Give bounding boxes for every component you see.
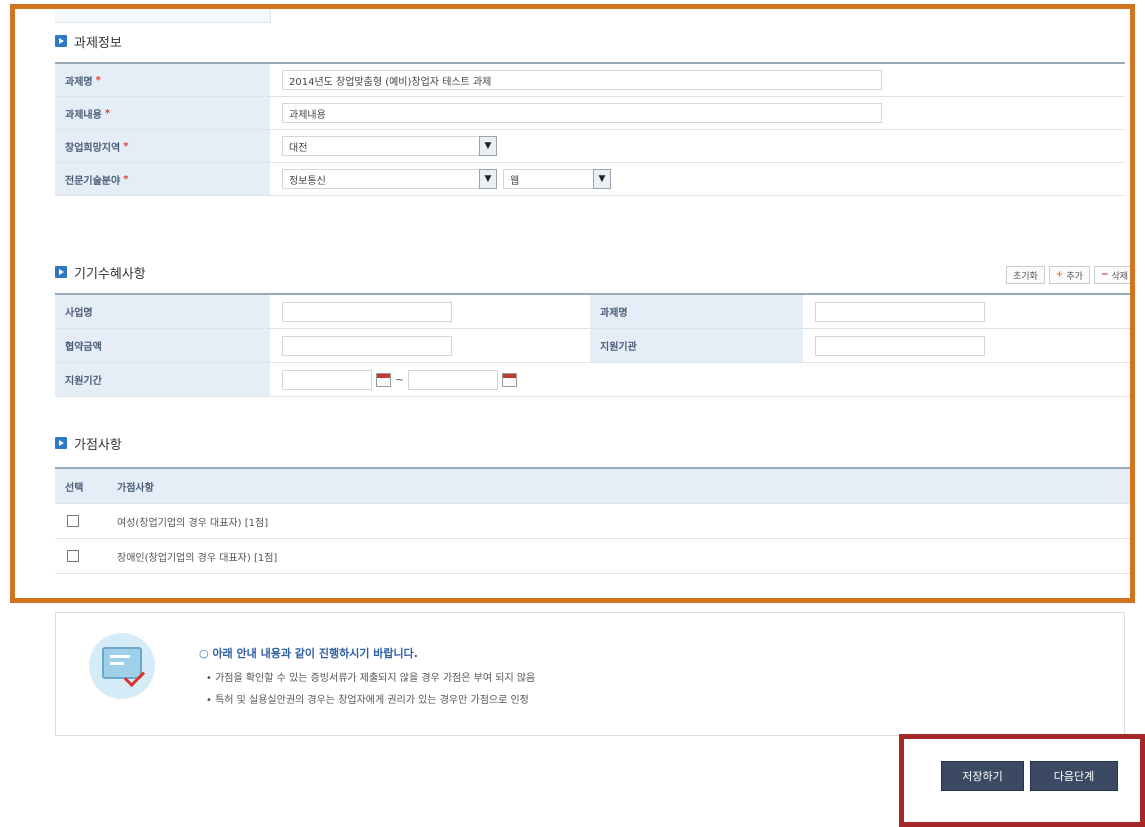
notice-box: ○ 아래 안내 내용과 같이 진행하시기 바랍니다. • 가점을 확인할 수 있…: [55, 612, 1125, 736]
highlight-frame-buttons: [899, 734, 1145, 827]
notice-line: • 특허 및 실용실안권의 경우는 창업자에게 권리가 있는 경우만 가점으로 …: [206, 695, 529, 706]
notice-title: ○ 아래 안내 내용과 같이 진행하시기 바랍니다.: [199, 647, 418, 660]
document-check-icon: [89, 633, 155, 699]
notice-line: • 가점을 확인할 수 있는 증빙서류가 제출되지 않을 경우 가점은 부여 되…: [206, 673, 536, 684]
highlight-frame-form: [10, 4, 1135, 603]
